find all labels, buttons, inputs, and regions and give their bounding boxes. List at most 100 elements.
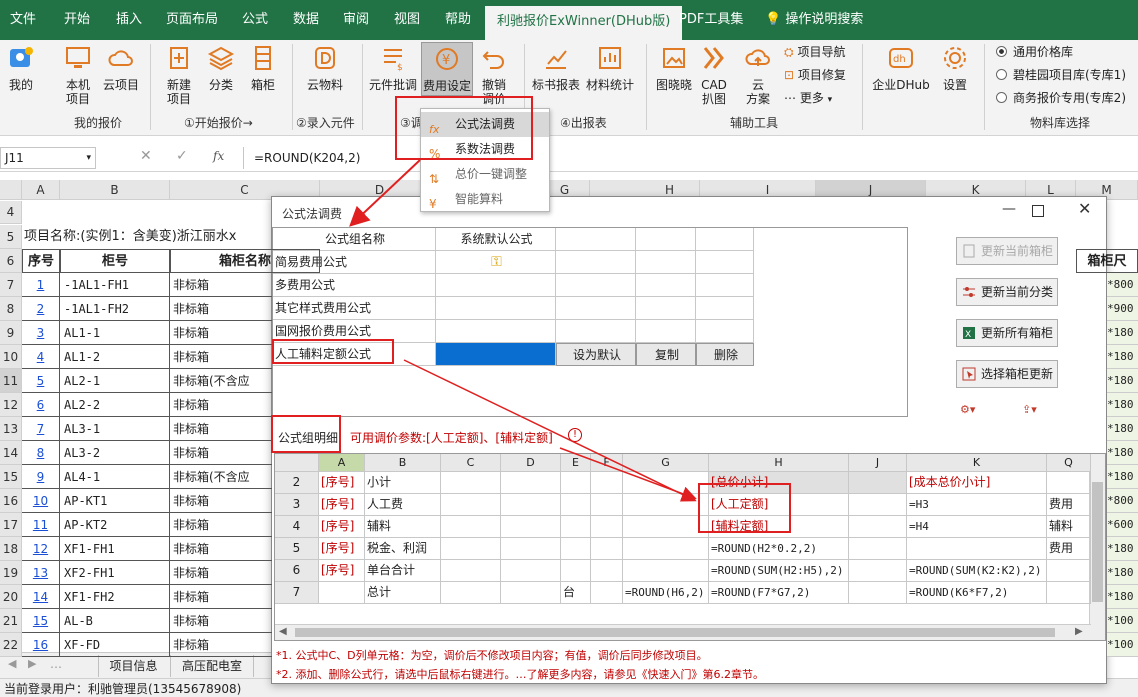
detail-cell[interactable]: =ROUND(SUM(H2:H5),2) (709, 560, 849, 582)
detail-cell[interactable]: 费用 (1047, 494, 1091, 516)
bid-report-button[interactable]: 标书报表 (530, 44, 582, 92)
function-icon[interactable]: fx (213, 149, 224, 163)
cabinet-name-cell[interactable]: 非标箱(不含应 (170, 465, 272, 489)
row-header[interactable]: 22 (0, 633, 22, 657)
cabinet-code-cell[interactable]: AL3-1 (60, 417, 170, 441)
detail-cell[interactable]: =ROUND(H2*0.2,2) (709, 538, 849, 560)
detail-cell[interactable]: [序号] (319, 472, 365, 494)
row-action-button[interactable]: 设为默认 (556, 343, 636, 366)
cabinet-size-cell[interactable]: *800 (1107, 273, 1138, 297)
col-header[interactable]: A (22, 180, 60, 200)
default-formula-cell[interactable] (436, 297, 556, 320)
detail-cell[interactable]: =H3 (907, 494, 1047, 516)
price-lib-general-radio[interactable]: 通用价格库 (996, 44, 1073, 60)
maximize-icon[interactable] (1032, 205, 1044, 217)
detail-cell[interactable] (907, 538, 1047, 560)
detail-row-header[interactable]: 3 (275, 494, 319, 516)
cabinet-size-cell[interactable]: *900 (1107, 297, 1138, 321)
detail-cell[interactable]: [序号] (319, 560, 365, 582)
detail-cell[interactable] (501, 472, 561, 494)
row-number-link[interactable]: 13 (22, 561, 60, 585)
import-icon[interactable]: ⚙▾ (960, 403, 990, 419)
detail-cell[interactable] (561, 472, 591, 494)
row-number-link[interactable]: 11 (22, 513, 60, 537)
detail-cell[interactable]: [序号] (319, 516, 365, 538)
detail-cell[interactable] (501, 494, 561, 516)
detail-cell[interactable] (561, 516, 591, 538)
row-number-link[interactable]: 12 (22, 537, 60, 561)
project-nav-button[interactable]: ⛭ 项目导航 (784, 44, 845, 60)
cabinet-name-cell[interactable]: 非标箱 (170, 537, 272, 561)
detail-cell[interactable]: 总计 (365, 582, 441, 604)
update-current-box-button[interactable]: 更新当前箱柜 (956, 237, 1058, 265)
select-all-corner[interactable] (0, 180, 22, 200)
tab-data[interactable]: 数据 (293, 0, 319, 40)
detail-row-header[interactable]: 5 (275, 538, 319, 560)
detail-col-header[interactable]: J (849, 454, 907, 472)
formula-group-name[interactable]: 多费用公式 (273, 274, 436, 297)
row-number-link[interactable]: 6 (22, 393, 60, 417)
cabinet-size-cell[interactable]: *180 (1107, 321, 1138, 345)
detail-cell[interactable] (591, 494, 623, 516)
cabinet-code-cell[interactable]: XF1-FH2 (60, 585, 170, 609)
default-formula-cell[interactable] (436, 343, 556, 366)
row-header[interactable]: 14 (0, 441, 22, 465)
cabinet-name-cell[interactable]: 非标箱 (170, 441, 272, 465)
tab-insert[interactable]: 插入 (116, 0, 142, 40)
update-current-category-button[interactable]: 更新当前分类 (956, 278, 1058, 306)
detail-cell[interactable] (591, 472, 623, 494)
row-number-link[interactable]: 10 (22, 489, 60, 513)
detail-cell[interactable] (623, 560, 709, 582)
detail-cell[interactable] (849, 472, 907, 494)
material-stat-button[interactable]: 材料统计 (584, 44, 636, 92)
info-icon[interactable]: ! (568, 428, 582, 442)
tab-help[interactable]: 帮助 (445, 0, 471, 40)
cabinet-size-cell[interactable]: *180 (1107, 585, 1138, 609)
row-header[interactable]: 6 (0, 249, 22, 273)
detail-row-header[interactable]: 4 (275, 516, 319, 538)
cabinet-code-cell[interactable]: XF2-FH1 (60, 561, 170, 585)
detail-cell[interactable] (623, 472, 709, 494)
detail-cell[interactable]: 人工费 (365, 494, 441, 516)
dhub-button[interactable]: dh 企业DHub (872, 44, 930, 92)
detail-cell[interactable] (441, 560, 501, 582)
detail-cell[interactable] (623, 516, 709, 538)
cabinet-size-cell[interactable]: *180 (1107, 537, 1138, 561)
row-number-link[interactable]: 14 (22, 585, 60, 609)
detail-cell[interactable] (441, 494, 501, 516)
cad-extract-button[interactable]: CAD 扒图 (696, 44, 732, 106)
detail-cell[interactable]: 单台合计 (365, 560, 441, 582)
detail-cell[interactable]: [序号] (319, 494, 365, 516)
cabinet-name-cell[interactable]: 非标箱 (170, 489, 272, 513)
row-header[interactable]: 8 (0, 297, 22, 321)
check-icon[interactable]: ✓ (176, 148, 188, 164)
minimize-icon[interactable]: — (1002, 201, 1016, 217)
cabinet-code-cell[interactable]: AL1-1 (60, 321, 170, 345)
scrollbar-thumb[interactable] (1092, 482, 1103, 602)
cabinet-code-cell[interactable]: -1AL1-FH1 (60, 273, 170, 297)
detail-col-header[interactable]: C (441, 454, 501, 472)
row-number-link[interactable]: 2 (22, 297, 60, 321)
cabinet-name-cell[interactable]: 非标箱 (170, 393, 272, 417)
cabinet-name-cell[interactable]: 非标箱 (170, 513, 272, 537)
scroll-left-icon[interactable]: ◀ (279, 626, 287, 637)
detail-cell[interactable] (849, 582, 907, 604)
detail-cell[interactable] (501, 538, 561, 560)
default-formula-cell[interactable] (436, 320, 556, 343)
detail-cell[interactable] (849, 494, 907, 516)
cabinet-code-cell[interactable]: AL-B (60, 609, 170, 633)
cabinet-code-cell[interactable]: AP-KT1 (60, 489, 170, 513)
cabinet-size-cell[interactable]: *600 (1107, 513, 1138, 537)
my-button[interactable]: 我的 (4, 44, 38, 92)
row-number-link[interactable]: 9 (22, 465, 60, 489)
cloud-project-button[interactable]: 云项目 (101, 44, 141, 92)
cabinet-name-cell[interactable]: 非标箱 (170, 273, 272, 297)
cabinet-size-cell[interactable]: *180 (1107, 561, 1138, 585)
detail-cell[interactable] (849, 538, 907, 560)
row-header[interactable]: 19 (0, 561, 22, 585)
tuxiaoxiao-button[interactable]: 图晓晓 (654, 44, 694, 92)
detail-col-header[interactable] (275, 454, 319, 472)
detail-cell[interactable] (591, 582, 623, 604)
row-header[interactable]: 13 (0, 417, 22, 441)
row-header[interactable]: 11 (0, 369, 22, 393)
